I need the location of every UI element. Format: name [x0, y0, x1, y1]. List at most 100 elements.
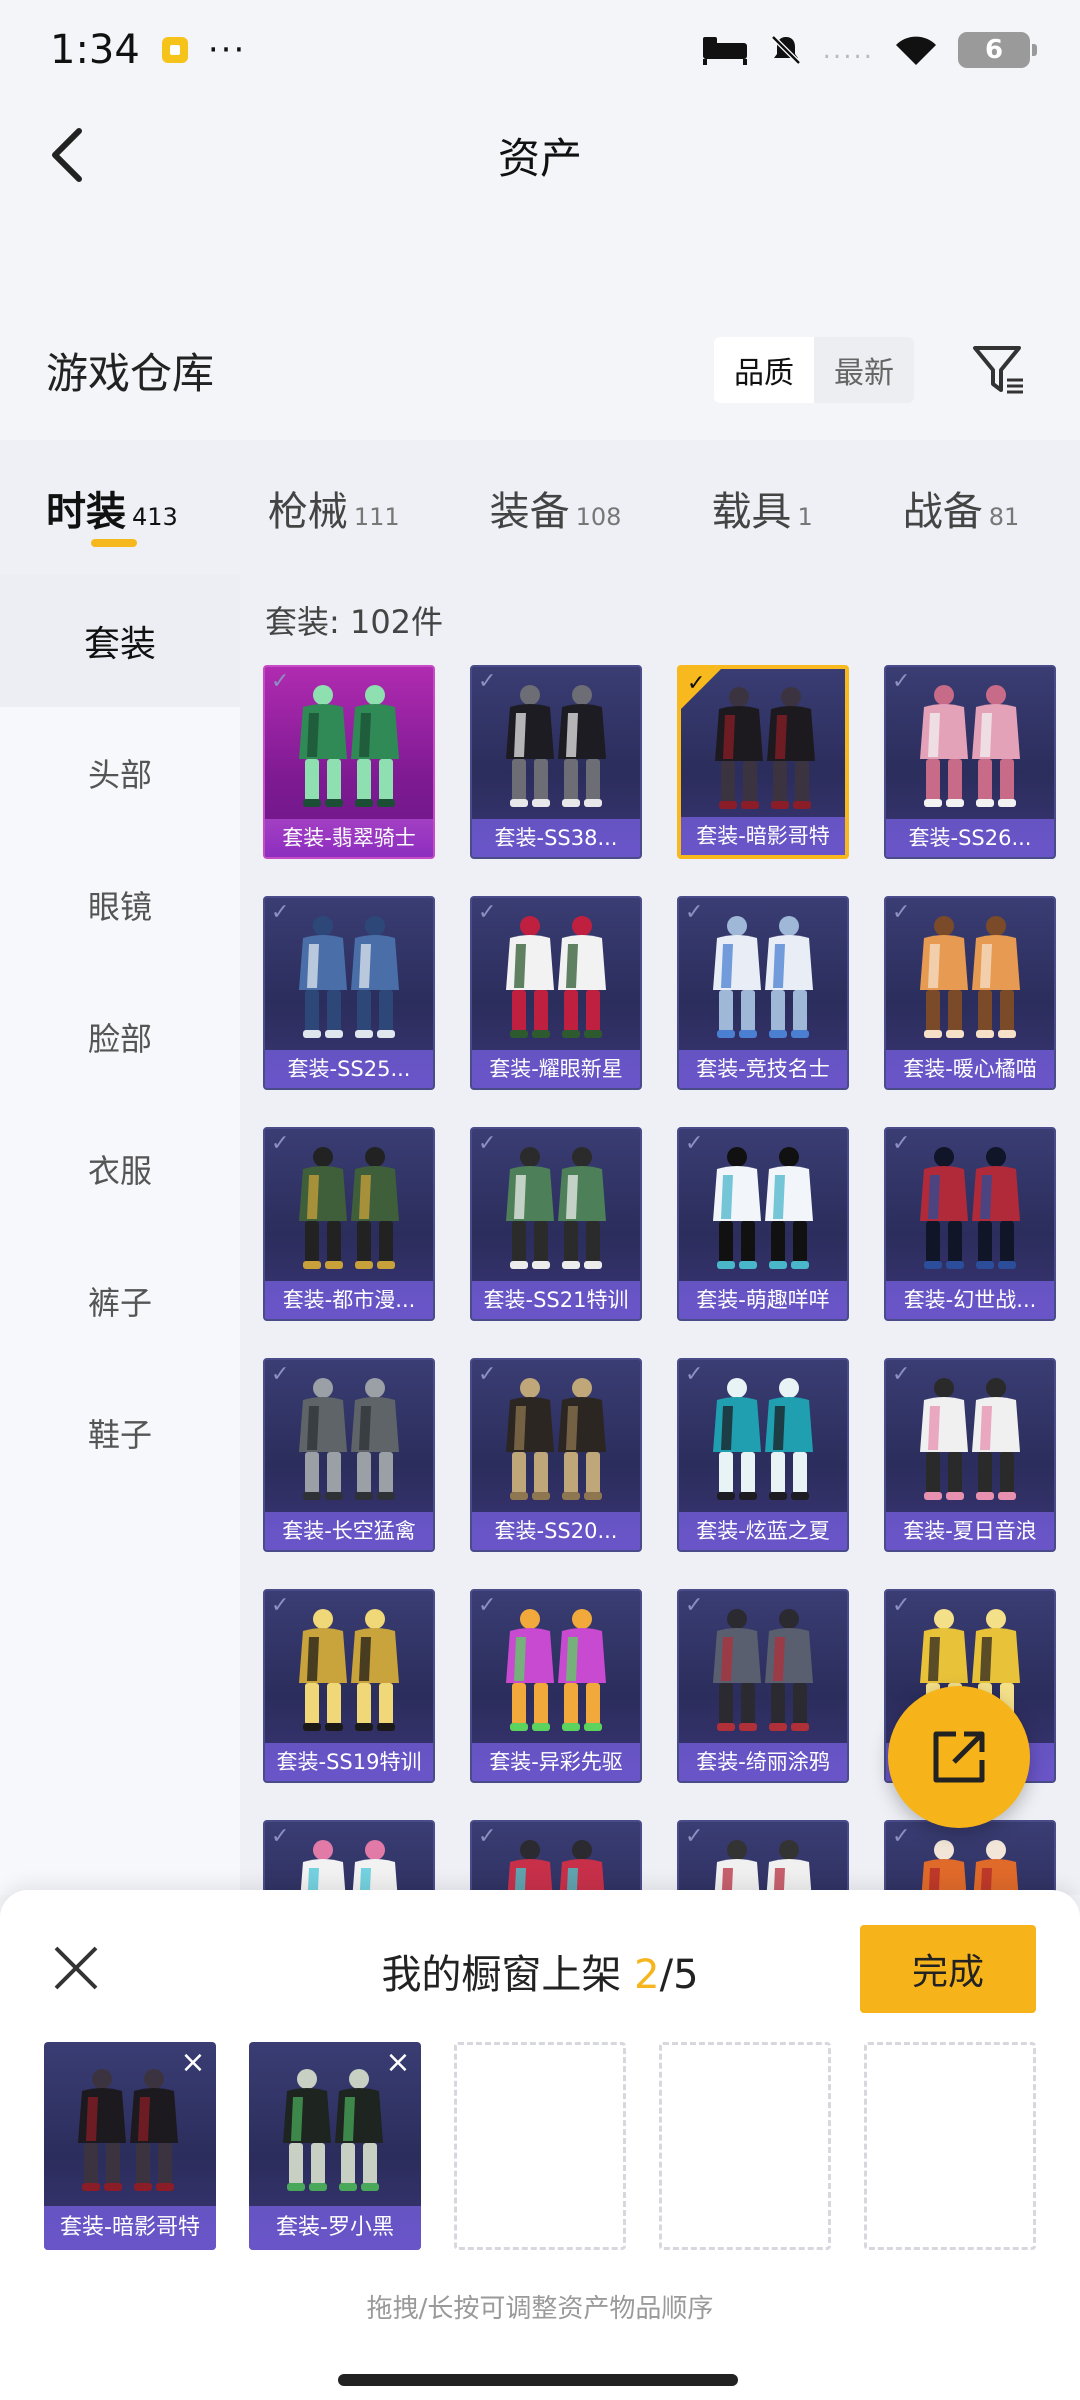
outfit-image — [921, 1840, 1019, 1895]
battery-icon: 6 — [958, 32, 1037, 68]
item-count: 套装: 102件 — [265, 603, 444, 641]
outfit-label: 套装-SS21特训 — [472, 1281, 640, 1319]
outfit-card[interactable]: ✓ 套装-SS21特训 — [470, 1127, 642, 1321]
outfit-image — [299, 1147, 399, 1269]
outfit-label: 套装-炫蓝之夏 — [679, 1512, 847, 1550]
outfit-card[interactable]: ✓ 套装-SS26... — [884, 665, 1056, 859]
outfit-image — [506, 1147, 606, 1269]
outfit-card[interactable]: ✓ 套装-幻世战... — [884, 1127, 1056, 1321]
outfit-image — [715, 687, 815, 809]
share-icon — [933, 1731, 985, 1783]
outfit-label: 套装-夏日音浪 — [886, 1512, 1054, 1550]
tab-firearms[interactable]: 枪械 111 — [268, 479, 400, 537]
outfit-card[interactable]: ✓ 套装-炫蓝之夏 — [677, 1358, 849, 1552]
home-indicator[interactable] — [338, 2374, 738, 2386]
outfit-image — [299, 1378, 399, 1500]
outfit-label: 套装-SS19特训 — [265, 1743, 433, 1781]
sidebar-item-shoes[interactable]: 鞋子 — [0, 1367, 240, 1499]
active-tab-indicator — [91, 538, 137, 547]
done-button[interactable]: 完成 — [860, 1925, 1036, 2013]
sidebar-item-suits[interactable]: 套装 — [0, 575, 240, 707]
outfit-image — [299, 685, 399, 807]
outfit-card[interactable]: ✓ 套装-SS19特训 — [263, 1589, 435, 1783]
showcase-slot-filled[interactable]: × 套装-罗小黑 — [249, 2042, 421, 2250]
subcategory-sidebar: 套装 头部 眼镜 脸部 衣服 裤子 鞋子 — [0, 575, 240, 1895]
sort-option-latest[interactable]: 最新 — [814, 337, 914, 403]
outfit-image — [299, 1609, 399, 1731]
sort-toggle: 品质 最新 — [714, 337, 914, 403]
outfit-card[interactable]: ✓ 套装-暖心橘喵 — [884, 896, 1056, 1090]
showcase-slot-empty[interactable] — [864, 2042, 1036, 2250]
slot-label: 套装-罗小黑 — [249, 2206, 421, 2250]
showcase-slot-empty[interactable] — [454, 2042, 626, 2250]
sidebar-item-head[interactable]: 头部 — [0, 707, 240, 839]
outfit-card[interactable]: ✓ 套装-萌趣咩咩 — [677, 1127, 849, 1321]
outfit-label: 套装-长空猛禽 — [265, 1512, 433, 1550]
outfit-image — [713, 1609, 813, 1731]
outfit-card[interactable]: ✓ 套装-都市漫... — [263, 1127, 435, 1321]
outfit-label: 套装-萌趣咩咩 — [679, 1281, 847, 1319]
outfit-label: 套装-绮丽涂鸦 — [679, 1743, 847, 1781]
warehouse-title: 游戏仓库 — [46, 348, 215, 398]
showcase-current-count: 2 — [634, 1952, 660, 1998]
outfit-card[interactable]: ✓ 套装-竞技名士 — [677, 896, 849, 1090]
reorder-hint: 拖拽/长按可调整资产物品顺序 — [366, 2294, 714, 2324]
tab-count: 1 — [797, 502, 813, 531]
outfit-card[interactable]: ✓ 套装-异彩先驱 — [470, 1589, 642, 1783]
sidebar-item-glasses[interactable]: 眼镜 — [0, 839, 240, 971]
remove-icon[interactable]: × — [178, 2048, 208, 2078]
outfit-label: 套装-翡翠骑士 — [265, 819, 433, 857]
tab-equipment[interactable]: 装备 108 — [490, 479, 622, 537]
tab-supplies[interactable]: 战备 81 — [903, 479, 1020, 537]
outfit-card[interactable]: ✓ 套装-长空猛禽 — [263, 1358, 435, 1552]
remove-icon[interactable]: × — [383, 2048, 413, 2078]
tab-count: 413 — [132, 502, 178, 531]
tab-vehicles[interactable]: 载具 1 — [711, 479, 812, 537]
outfit-card[interactable]: ✓ — [677, 1820, 849, 1895]
outfit-card[interactable]: ✓ 套装-夏日音浪 — [884, 1358, 1056, 1552]
sidebar-item-pants[interactable]: 裤子 — [0, 1235, 240, 1367]
status-bar: 1:34 ··· ..... 6 — [0, 0, 1080, 100]
outfit-card[interactable]: ✓ — [884, 1820, 1056, 1895]
outfit-image — [506, 685, 606, 807]
tab-count: 108 — [575, 502, 622, 531]
outfit-image — [713, 1378, 813, 1500]
filter-icon[interactable] — [964, 335, 1034, 405]
signal-icon: ..... — [822, 35, 874, 65]
sidebar-item-face[interactable]: 脸部 — [0, 971, 240, 1103]
outfit-image — [920, 1147, 1020, 1269]
outfit-card[interactable]: ✓ 套装-翡翠骑士 — [263, 665, 435, 859]
wifi-icon — [896, 36, 936, 65]
sort-option-quality[interactable]: 品质 — [714, 337, 814, 403]
tab-label: 时装 — [46, 488, 126, 535]
outfit-label: 套装-SS25... — [265, 1050, 433, 1088]
page-header: 资产 — [0, 100, 1080, 210]
sidebar-item-clothes[interactable]: 衣服 — [0, 1103, 240, 1235]
tab-count: 81 — [988, 502, 1020, 531]
tab-fashion[interactable]: 时装 413 — [46, 479, 178, 547]
outfit-card[interactable]: ✓ 套装-SS25... — [263, 896, 435, 1090]
outfit-card[interactable]: ✓ 套装-暗影哥特 — [677, 665, 849, 859]
tab-count: 111 — [353, 502, 400, 531]
outfit-label: 套装-SS20... — [472, 1512, 640, 1550]
back-icon[interactable] — [30, 118, 104, 192]
tab-label: 枪械 — [267, 488, 348, 535]
outfit-image — [920, 916, 1020, 1038]
outfit-card[interactable]: ✓ — [470, 1820, 642, 1895]
outfit-card[interactable]: ✓ 套装-耀眼新星 — [470, 896, 642, 1090]
showcase-total-count: /5 — [659, 1952, 699, 1998]
outfit-image — [299, 916, 399, 1038]
showcase-slot-empty[interactable] — [659, 2042, 831, 2250]
outfit-card[interactable]: ✓ 套装-SS38... — [470, 665, 642, 859]
outfit-image — [506, 1609, 606, 1731]
outfit-card[interactable]: ✓ — [263, 1820, 435, 1895]
outfit-image — [714, 1840, 812, 1895]
outfit-image — [713, 1147, 813, 1269]
share-button[interactable] — [888, 1686, 1030, 1828]
more-notifications-icon: ··· — [207, 30, 247, 70]
tab-label: 载具 — [711, 488, 792, 535]
outfit-card[interactable]: ✓ 套装-绮丽涂鸦 — [677, 1589, 849, 1783]
showcase-slot-filled[interactable]: × 套装-暗影哥特 — [44, 2042, 216, 2250]
status-time: 1:34 — [50, 27, 140, 73]
outfit-card[interactable]: ✓ 套装-SS20... — [470, 1358, 642, 1552]
